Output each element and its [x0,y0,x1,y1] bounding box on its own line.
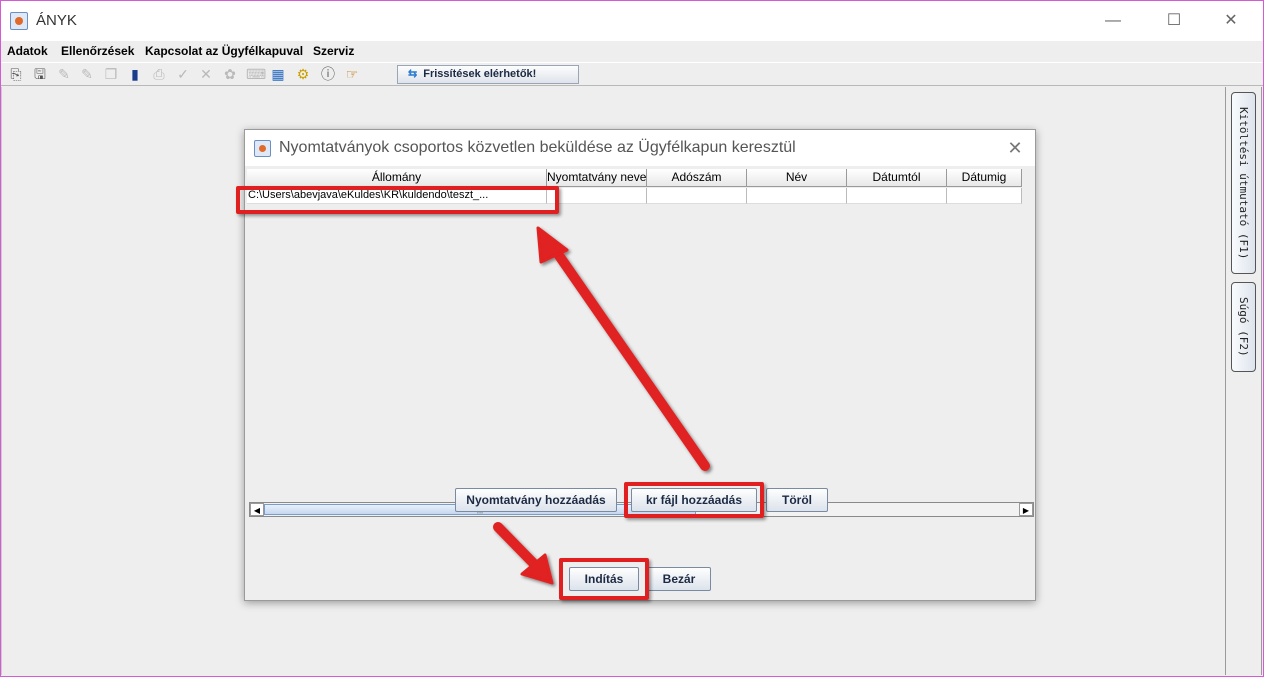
maximize-button[interactable]: ☐ [1151,7,1197,35]
keyboard-icon[interactable]: ⌨ [246,66,266,82]
menu-bar: Adatok Ellenőrzések Kapcsolat az Ügyfélk… [1,41,1263,61]
add-form-button[interactable]: Nyomtatvány hozzáadás [455,488,617,512]
tab-fill-guide[interactable]: Kitöltési útmutató (F1) [1231,92,1256,274]
close-dialog-button[interactable]: Bezár [647,567,711,591]
dialog-close-button[interactable]: ✕ [1001,136,1029,160]
dialog-titlebar[interactable]: Nyomtatványok csoportos közvetlen beküld… [245,130,1035,166]
edit-icon[interactable]: ✎ [56,66,72,82]
close-button[interactable]: ✕ [1208,7,1254,35]
menu-ugyfelkapu[interactable]: Kapcsolat az Ügyfélkapuval [145,44,303,58]
scroll-left-icon[interactable]: ◀ [250,503,264,516]
table-cell-date-from[interactable] [847,188,947,204]
java-app-icon [10,12,28,30]
tab-help[interactable]: Súgó (F2) [1231,282,1256,372]
edit-disabled-icon[interactable]: ✎ [79,66,95,82]
column-header-date-from[interactable]: Dátumtól [847,169,947,187]
column-header-form-name[interactable]: Nyomtatvány neve [547,169,647,187]
info-icon[interactable]: ⓘ [320,66,336,82]
refresh-icon: ⇆ [408,68,418,80]
delete-button[interactable]: Töröl [766,488,828,512]
column-header-date-to[interactable]: Dátumig [947,169,1022,187]
updates-label: Frissítések elérhetők! [423,68,537,80]
table-cell-file[interactable]: C:\Users\abevjava\eKuldes\KR\kuldendo\te… [247,188,547,204]
scroll-right-icon[interactable]: ▶ [1019,503,1033,516]
dialog-title: Nyomtatványok csoportos közvetlen beküld… [279,139,796,156]
menu-ellenorzesek[interactable]: Ellenőrzések [61,44,134,58]
right-sidebar: Kitöltési útmutató (F1) Súgó (F2) [1225,87,1262,675]
column-header-tax-number[interactable]: Adószám [647,169,747,187]
form-icon[interactable]: ▮ [127,66,143,82]
minimize-button[interactable]: — [1090,7,1136,35]
save-icon[interactable]: 🖫 [32,66,48,82]
exit-icon[interactable]: ☞ [344,66,360,82]
table-cell-form-name[interactable] [547,188,647,204]
column-header-name[interactable]: Név [747,169,847,187]
new-document-icon[interactable]: ⎘ [8,66,24,82]
menu-szerviz[interactable]: Szerviz [313,44,354,58]
file-table: Állomány Nyomtatvány neve Adószám Név Dá… [245,168,1035,517]
window-titlebar[interactable]: ÁNYK — ☐ ✕ [1,1,1263,41]
menu-adatok[interactable]: Adatok [7,44,48,58]
window-title: ÁNYK [36,12,77,29]
attach-icon[interactable]: ✿ [222,66,238,82]
add-kr-file-button[interactable]: kr fájl hozzáadás [631,488,757,512]
start-button[interactable]: Indítás [569,567,639,591]
updates-available-button[interactable]: ⇆ Frissítések elérhetők! [397,65,579,84]
java-app-icon [254,140,271,157]
table-cell-tax-number[interactable] [647,188,747,204]
tools-icon[interactable]: ⚙ [295,66,311,82]
table-cell-name[interactable] [747,188,847,204]
column-header-file[interactable]: Állomány [247,169,547,187]
toolbar: ⎘ 🖫 ✎ ✎ ❐ ▮ ⎙ ✓ ✕ ✿ ⌨ ▦ ⚙ ⓘ ☞ ⇆ Frissítés… [1,62,1263,86]
check-icon[interactable]: ✓ [175,66,191,82]
table-cell-date-to[interactable] [947,188,1022,204]
copy-icon[interactable]: ❐ [103,66,119,82]
batch-send-dialog: Nyomtatványok csoportos közvetlen beküld… [244,129,1036,601]
calculator-icon[interactable]: ▦ [270,66,286,82]
delete-icon[interactable]: ✕ [198,66,214,82]
print-icon[interactable]: ⎙ [151,66,167,82]
